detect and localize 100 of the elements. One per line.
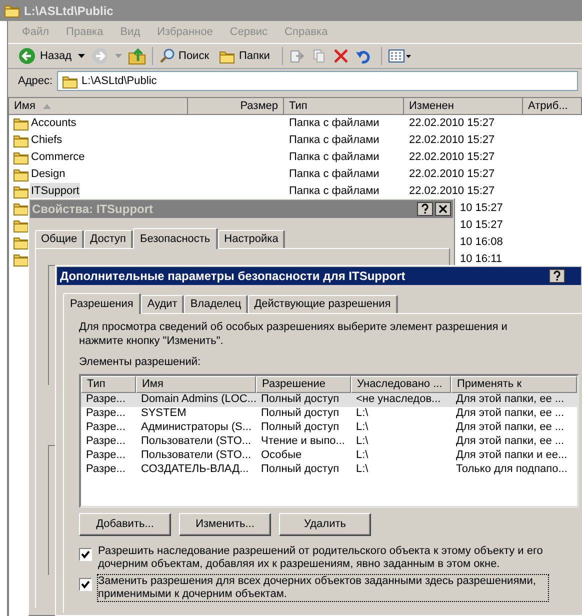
instructions-text: Для просмотра сведений об особых разрешениях выберите элемент разрешения и нажмите кнопку "Изменить". bbox=[79, 320, 508, 348]
list-label: Элементы разрешений: bbox=[79, 355, 202, 370]
permission-row[interactable]: Разре... Пользователи (STO... Чтение и выпо... L:\ Для этой папки, ее ... bbox=[81, 434, 577, 448]
table-cell: Для этой папки, ее ... bbox=[456, 421, 564, 434]
window-title: Свойства: ITSupport bbox=[32, 201, 154, 218]
table-cell: Полный доступ bbox=[261, 407, 340, 420]
tab[interactable]: Настройка bbox=[218, 230, 286, 248]
sort-arrow-icon bbox=[43, 104, 52, 108]
column-header[interactable]: Унаследовано ... bbox=[351, 376, 451, 392]
permission-row[interactable]: Разре... СОЗДАТЕЛЬ-ВЛАД... Полный доступ L:\ Только для подпапо... bbox=[81, 462, 577, 476]
search-icon bbox=[158, 48, 175, 64]
back-button[interactable]: Назад bbox=[18, 45, 72, 67]
table-cell: Domain Admins (LOC... bbox=[141, 393, 257, 406]
column-header[interactable]: Тип bbox=[284, 98, 404, 115]
column-header[interactable]: Имя bbox=[9, 98, 188, 115]
tab[interactable]: Аудит bbox=[141, 295, 184, 313]
file-name[interactable]: Design bbox=[30, 166, 66, 183]
address-field[interactable]: L:\ASLtd\Public bbox=[56, 71, 578, 91]
table-cell: Разре... bbox=[86, 463, 126, 476]
checkbox[interactable] bbox=[79, 548, 92, 560]
permission-row[interactable]: Разре... SYSTEM Полный доступ L:\ Для этой папки, ее ... bbox=[81, 406, 577, 420]
address-label: Адрес: bbox=[18, 74, 53, 89]
file-date: 10 16:11 bbox=[460, 252, 502, 268]
column-header[interactable]: Имя bbox=[136, 376, 256, 392]
undo-icon[interactable] bbox=[354, 48, 371, 64]
table-cell: Разре... bbox=[86, 435, 126, 448]
table-cell: Для этой папки, ее ... bbox=[456, 393, 564, 406]
folder-icon bbox=[62, 74, 78, 88]
file-name[interactable]: Chiefs bbox=[30, 132, 64, 149]
help-icon[interactable] bbox=[417, 202, 433, 216]
table-cell: L:\ bbox=[356, 421, 368, 434]
tab[interactable]: Разрешения bbox=[63, 293, 142, 314]
folder-icon bbox=[13, 201, 29, 216]
tab[interactable]: Безопасность bbox=[132, 228, 218, 249]
dropdown-arrow-icon[interactable] bbox=[78, 54, 85, 58]
file-type: Папка с файлами bbox=[289, 134, 380, 146]
folder-icon bbox=[13, 252, 29, 267]
file-type: Папка с файлами bbox=[289, 168, 380, 180]
file-type: Папка с файлами bbox=[289, 151, 380, 164]
dialog-button[interactable]: Добавить... bbox=[79, 512, 171, 536]
table-cell: Только для подпапо... bbox=[456, 463, 568, 476]
file-name[interactable]: Accounts bbox=[30, 115, 78, 132]
file-date: 10 15:27 bbox=[460, 201, 503, 216]
table-cell: Чтение и выпо... bbox=[261, 435, 345, 448]
table-cell: Для этой папки, ее ... bbox=[456, 435, 564, 448]
table-cell: Полный доступ bbox=[261, 463, 340, 476]
table-cell: L:\ bbox=[356, 407, 368, 420]
column-header[interactable]: Размер bbox=[188, 98, 284, 115]
views-icon[interactable] bbox=[388, 48, 412, 64]
table-cell: Разре... bbox=[86, 449, 126, 462]
file-type: Папка с файлами bbox=[289, 185, 380, 198]
permission-row[interactable]: Разре... Администраторы (S... Полный доступ L:\ Для этой папки, ее ... bbox=[81, 420, 577, 434]
folders-button[interactable]: Папки bbox=[219, 45, 270, 67]
help-icon[interactable] bbox=[549, 269, 565, 283]
checkbox-label[interactable]: Разрешить наследование разрешений от родительского объекта к этому объекту и его дочерним объектам, добавляя их к разрешениям, явно заданным в этом окне. bbox=[98, 544, 548, 570]
file-type: Папка с файлами bbox=[289, 117, 380, 130]
tab[interactable]: Владелец bbox=[184, 295, 248, 313]
file-date: 10 16:08 bbox=[460, 235, 503, 250]
file-date: 22.02.2010 15:27 bbox=[409, 151, 495, 164]
tab[interactable]: Общие bbox=[35, 230, 84, 248]
search-button[interactable]: Поиск bbox=[158, 45, 210, 67]
table-cell: Для этой папки и ее... bbox=[456, 449, 568, 462]
table-cell: Разре... bbox=[86, 393, 126, 406]
folder-icon bbox=[13, 150, 29, 165]
file-date: 22.02.2010 15:27 bbox=[409, 117, 495, 130]
file-date: 22.02.2010 15:27 bbox=[409, 168, 495, 180]
permission-row[interactable]: Разре... Пользователи (STO... Особые L:\ Для этой папки и ее... bbox=[81, 448, 577, 462]
table-cell: Для этой папки, ее ... bbox=[456, 407, 564, 420]
up-folder-icon[interactable] bbox=[128, 47, 146, 65]
table-cell: Особые bbox=[261, 449, 302, 462]
table-cell: Разре... bbox=[86, 421, 126, 434]
folder-icon bbox=[219, 48, 236, 64]
checkbox[interactable] bbox=[79, 578, 92, 590]
folder-icon bbox=[13, 235, 29, 250]
tab[interactable]: Доступ bbox=[84, 230, 133, 248]
column-header[interactable]: Изменен bbox=[404, 98, 523, 115]
close-icon[interactable] bbox=[435, 202, 451, 216]
table-cell: Разре... bbox=[86, 407, 126, 420]
file-date: 22.02.2010 15:27 bbox=[409, 134, 495, 146]
column-header[interactable]: Атриб... bbox=[523, 98, 582, 115]
column-header[interactable]: Применять к bbox=[451, 376, 577, 392]
folder-icon bbox=[13, 133, 29, 148]
delete-icon[interactable] bbox=[332, 48, 349, 64]
folder-icon bbox=[13, 218, 29, 233]
table-cell: Полный доступ bbox=[261, 393, 340, 406]
file-name[interactable]: Commerce bbox=[30, 149, 86, 166]
table-cell: <не унаследов... bbox=[356, 393, 441, 406]
table-cell: Администраторы (S... bbox=[141, 421, 252, 434]
table-cell: СОЗДАТЕЛЬ-ВЛАД... bbox=[141, 463, 249, 476]
table-cell: Пользователи (STO... bbox=[141, 435, 252, 448]
dialog-button[interactable]: Изменить... bbox=[179, 512, 271, 536]
checkbox-label[interactable]: Заменить разрешения для всех дочерних объектов заданными здесь разрешениями, применимыми к дочерним объектам. bbox=[98, 574, 548, 600]
dialog-button[interactable]: Удалить bbox=[279, 512, 371, 536]
table-cell: SYSTEM bbox=[141, 407, 186, 420]
column-header[interactable]: Тип bbox=[81, 376, 136, 392]
tab[interactable]: Действующие разрешения bbox=[248, 295, 398, 313]
table-cell: L:\ bbox=[356, 463, 368, 476]
table-cell: L:\ bbox=[356, 435, 368, 448]
column-header[interactable]: Разрешение bbox=[256, 376, 351, 392]
permission-row[interactable]: Разре... Domain Admins (LOC... Полный доступ <не унаследов... Для этой папки, ее ... bbox=[81, 392, 577, 406]
